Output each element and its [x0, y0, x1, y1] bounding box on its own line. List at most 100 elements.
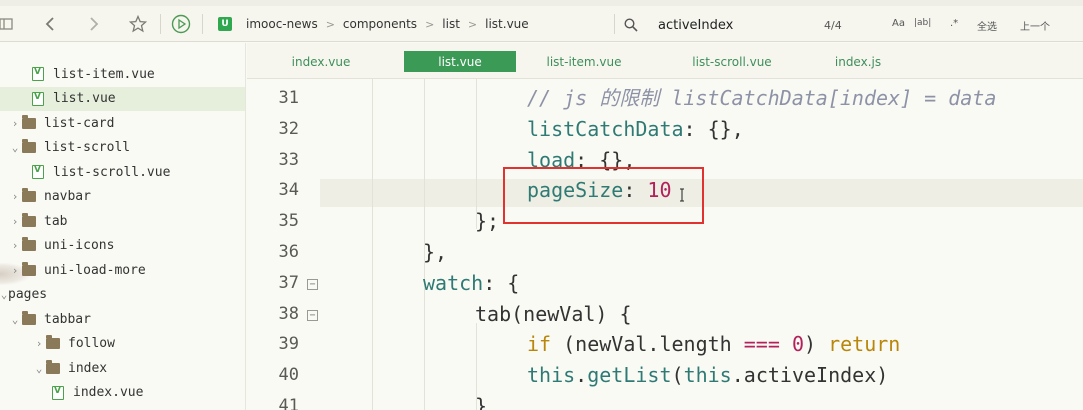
toolbar-separator	[614, 14, 615, 34]
tab-list-vue[interactable]: list.vue	[404, 51, 516, 72]
code-line[interactable]: // js 的限制 listCatchData[index] = data	[527, 83, 996, 113]
line-number: 41	[278, 396, 299, 410]
line-number: 35	[278, 211, 299, 232]
file-item[interactable]: list-item.vue	[0, 62, 245, 86]
breadcrumb-item[interactable]: components	[343, 17, 417, 31]
chevron-right-icon[interactable]: ›	[32, 337, 46, 350]
breadcrumb-item[interactable]: imooc-news	[246, 17, 318, 31]
chevron-right-icon[interactable]: ›	[8, 239, 22, 252]
file-item[interactable]: index.vue	[0, 381, 245, 405]
tree-item-label: index	[68, 360, 108, 376]
vue-file-icon	[52, 385, 64, 400]
chevron-right-icon[interactable]: ›	[8, 117, 22, 130]
line-number: 36	[278, 242, 299, 262]
line-number: 38	[278, 303, 299, 324]
toolbar-separator	[202, 14, 203, 34]
breadcrumb: U imooc-news > components > list > list.…	[218, 12, 529, 36]
tab-index-js[interactable]: index.js	[812, 51, 904, 72]
code-token: },	[423, 240, 448, 264]
folder-item[interactable]: › uni-load-more	[0, 258, 245, 282]
select-all-button[interactable]: 全选	[977, 18, 997, 33]
code-token: listCatchData	[527, 116, 684, 141]
folder-item[interactable]: › uni-icons	[0, 234, 245, 258]
find-previous-button[interactable]: 上一个	[1020, 18, 1050, 33]
tree-item-label: uni-icons	[44, 238, 115, 253]
folder-item[interactable]: ⌄ pages	[0, 283, 245, 307]
code-line[interactable]: tab(newVal) {	[475, 299, 632, 329]
code-token: length	[659, 332, 732, 357]
folder-icon	[22, 114, 36, 129]
breadcrumb-item[interactable]: list	[442, 17, 460, 31]
folder-item[interactable]: › follow	[0, 332, 245, 356]
chevron-down-icon[interactable]: ⌄	[0, 288, 8, 301]
fold-icon[interactable]: −	[307, 278, 318, 290]
text-cursor-icon	[680, 188, 684, 202]
code-line[interactable]: }	[475, 391, 487, 410]
whole-word-toggle[interactable]: |ab|	[914, 18, 931, 28]
folder-icon	[46, 335, 60, 349]
folder-item[interactable]: › tab	[0, 209, 245, 233]
code-line[interactable]: listCatchData: {},	[527, 114, 744, 144]
code-line[interactable]: },	[423, 237, 447, 267]
editor-tabs: index.vue list.vue list-item.vue list-scrol…	[247, 43, 1083, 79]
code-token: : {	[483, 270, 520, 295]
line-number: 37	[278, 272, 299, 293]
chevron-right-icon[interactable]: ›	[8, 190, 22, 203]
match-count: 4/4	[824, 19, 842, 32]
tree-item-label: list-scroll.vue	[53, 164, 171, 180]
code-token: activeIndex	[743, 363, 877, 388]
chevron-right-icon[interactable]: ›	[8, 264, 22, 277]
code-token: ===	[731, 332, 792, 357]
breadcrumb-item[interactable]: list.vue	[485, 17, 529, 31]
code-token: getList	[587, 363, 672, 388]
code-line[interactable]: };	[475, 206, 499, 236]
chevron-right-icon[interactable]: ›	[8, 215, 22, 228]
annotation-highlight-box	[503, 167, 704, 224]
project-logo-icon: U	[218, 17, 232, 31]
code-line[interactable]: if (newVal.length === 0) return	[527, 329, 900, 359]
folder-item[interactable]: › list-card	[0, 111, 245, 135]
line-number: 33	[278, 149, 299, 170]
tree-item-label: uni-load-more	[44, 262, 146, 278]
regex-toggle[interactable]: .*	[950, 18, 958, 29]
code-line[interactable]: watch: {	[423, 268, 519, 298]
match-case-toggle[interactable]: Aa	[892, 18, 905, 29]
tree-item-label: list-card	[44, 115, 115, 131]
line-number: 31	[278, 88, 299, 108]
vue-file-icon	[32, 67, 44, 81]
code-token: .	[731, 363, 744, 388]
file-item[interactable]: list-scroll.vue	[0, 160, 245, 184]
star-icon[interactable]	[126, 12, 150, 36]
chevron-down-icon[interactable]: ⌄	[8, 313, 22, 326]
tab-list-item-vue[interactable]: list-item.vue	[525, 51, 643, 72]
chevron-right-icon: >	[467, 17, 478, 31]
tree-item-label: tab	[44, 213, 68, 229]
fold-icon[interactable]: −	[307, 309, 318, 321]
folder-item[interactable]: › navbar	[0, 185, 245, 209]
tree-item-label: list-scroll	[44, 140, 131, 155]
tree-item-label: tabbar	[44, 311, 91, 327]
run-icon[interactable]	[168, 12, 194, 36]
file-item[interactable]: list.vue	[0, 86, 245, 111]
vue-file-icon	[32, 165, 44, 179]
line-number: 39	[278, 334, 299, 355]
code-token: 0	[791, 332, 804, 357]
code-token: (	[671, 363, 684, 388]
tab-list-scroll-vue[interactable]: list-scroll.vue	[662, 51, 802, 72]
back-icon[interactable]	[38, 12, 62, 36]
project-explorer: list-item.vue list.vue › list-card ⌄ list-scr…	[0, 43, 246, 410]
code-token: if	[527, 332, 552, 357]
folder-icon	[22, 188, 36, 202]
forward-icon[interactable]	[82, 12, 106, 36]
vue-file-icon	[32, 91, 44, 106]
folder-item[interactable]: ⌄ tabbar	[0, 307, 245, 331]
code-editor[interactable]: index.vue list.vue list-item.vue list-scrol…	[247, 43, 1083, 410]
sidebar-toggle-icon[interactable]	[0, 12, 16, 36]
folder-item[interactable]: ⌄ index	[0, 356, 245, 380]
tab-index-vue[interactable]: index.vue	[267, 51, 375, 72]
folder-item[interactable]: ⌄ list-scroll	[0, 136, 245, 160]
chevron-down-icon[interactable]: ⌄	[8, 141, 22, 154]
chevron-down-icon[interactable]: ⌄	[32, 362, 46, 375]
code-line[interactable]: this.getList(this.activeIndex)	[527, 360, 888, 390]
find-input[interactable]	[658, 16, 808, 34]
